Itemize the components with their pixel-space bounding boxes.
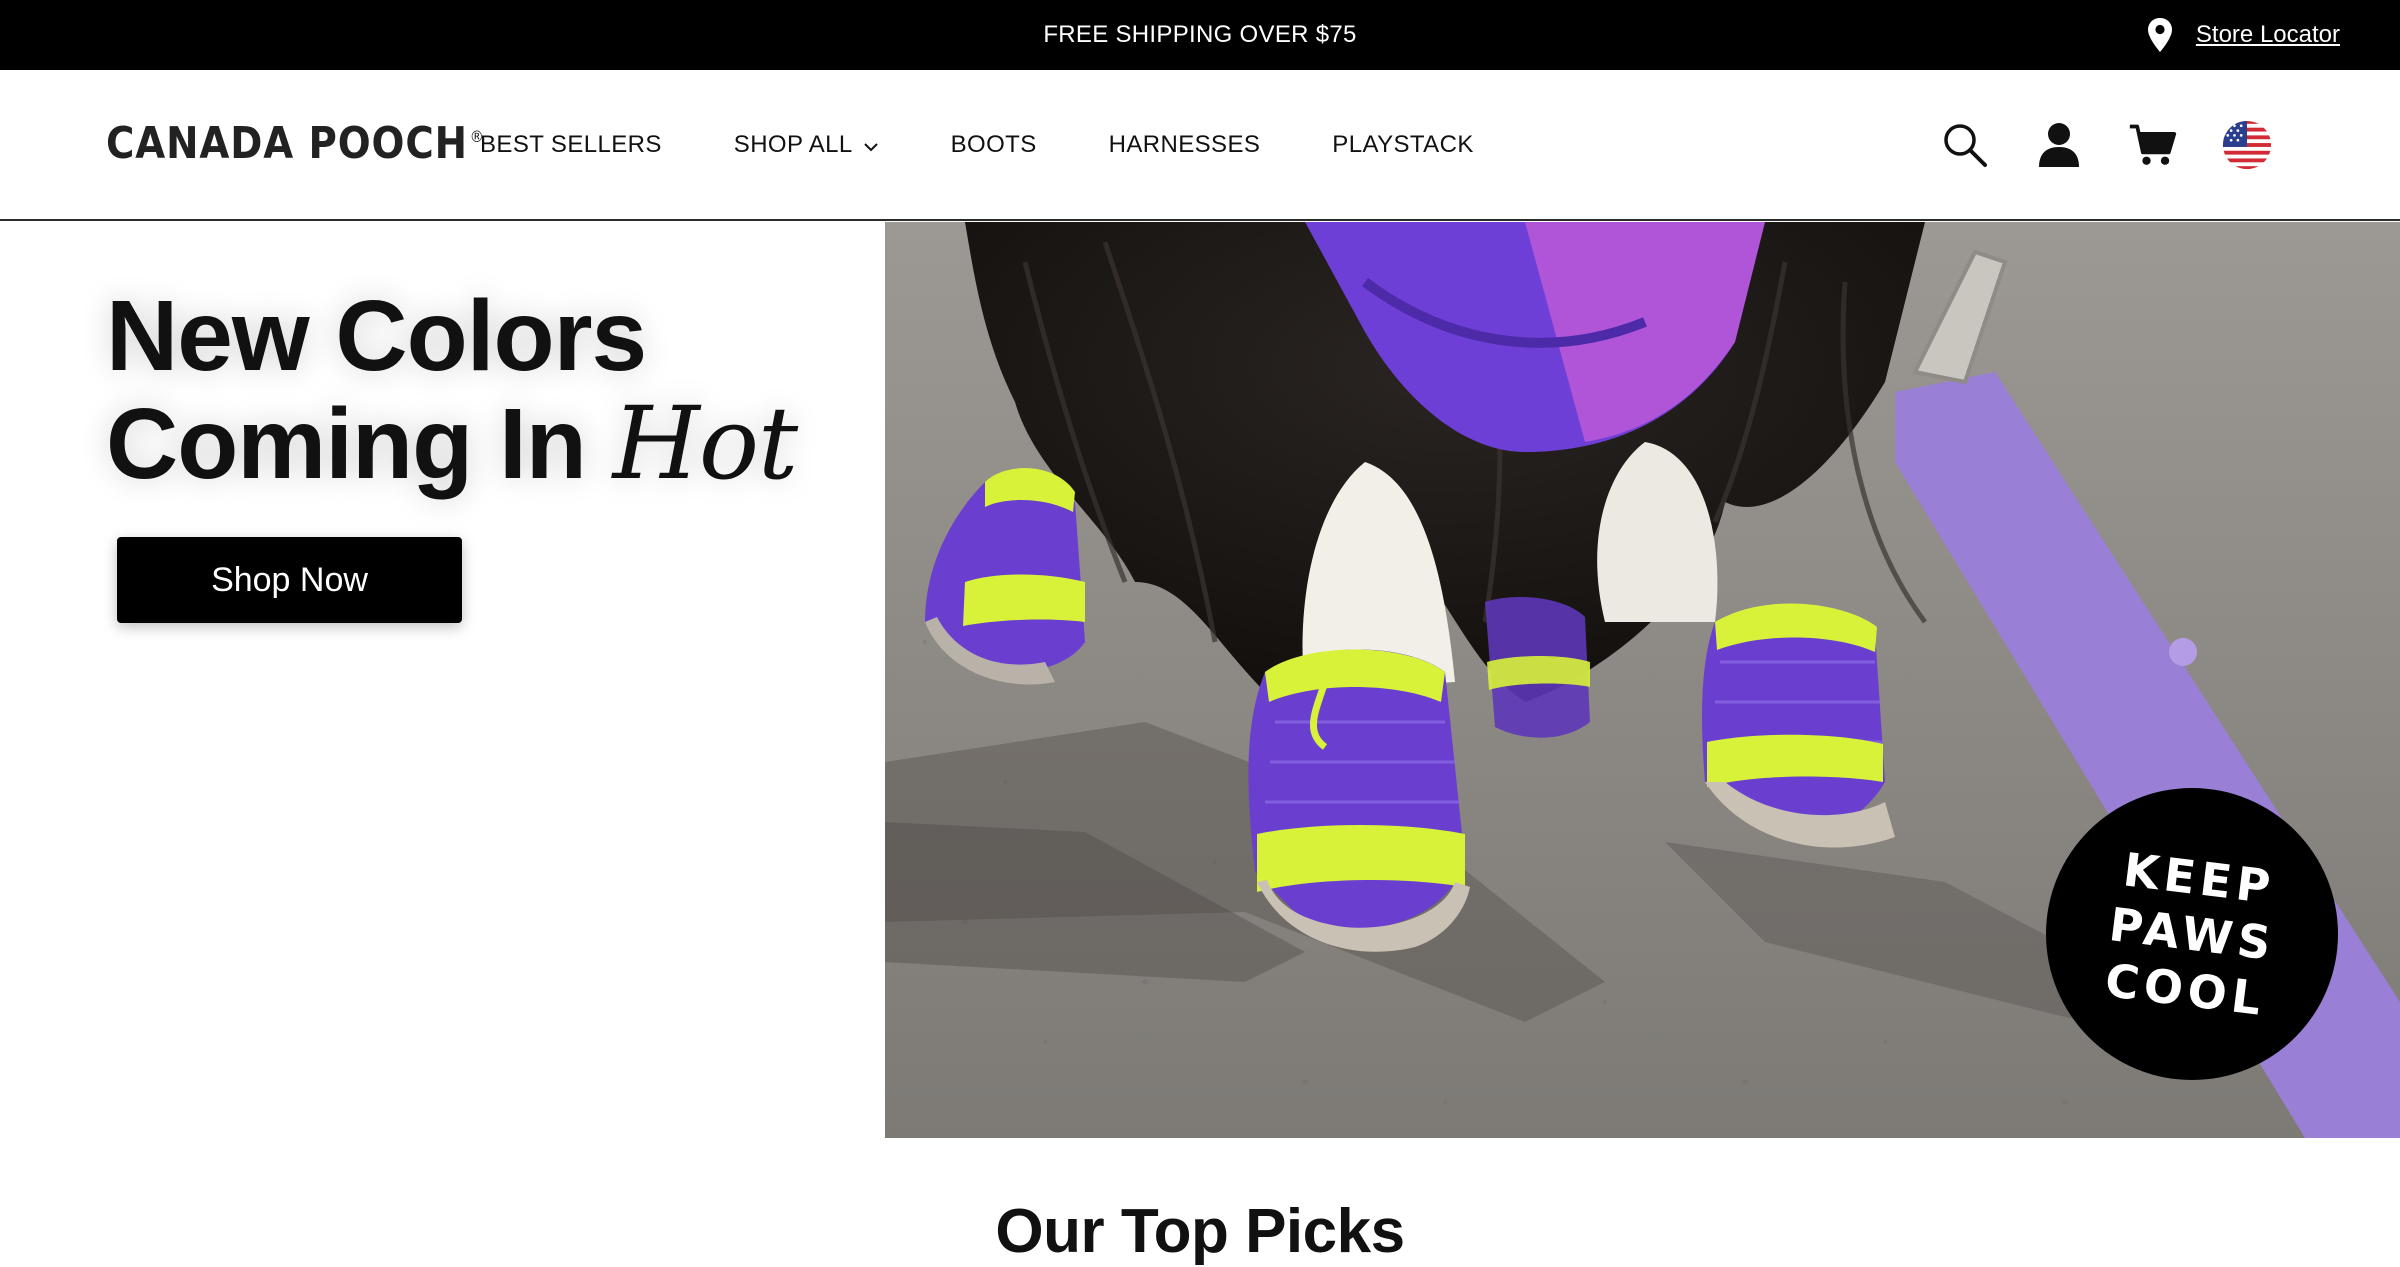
nav-playstack-label[interactable]: PLAYSTACK xyxy=(1332,131,1473,159)
cart-icon[interactable] xyxy=(2128,121,2178,169)
badge-text: KEEP PAWS COOL xyxy=(2099,840,2285,1027)
top-picks-heading: Our Top Picks xyxy=(995,1197,1405,1266)
main-nav: BEST SELLERS SHOP ALL BOOTS HARNESSES PL… xyxy=(480,70,1546,220)
store-locator-label[interactable]: Store Locator xyxy=(2196,21,2340,49)
headline-line-2-text: Coming In xyxy=(106,388,587,500)
nav-shop-all-label[interactable]: SHOP ALL xyxy=(734,131,853,159)
headline-line-2: Coming In Hot xyxy=(106,388,798,500)
logo-text[interactable]: CANADA POOCH xyxy=(106,118,468,169)
site-header: CANADA POOCH ® BEST SELLERS SHOP ALL BOOT… xyxy=(0,70,2400,221)
headline-italic-word: Hot xyxy=(612,385,799,502)
nav-harnesses-label[interactable]: HARNESSES xyxy=(1109,131,1261,159)
country-selector[interactable] xyxy=(2222,120,2272,170)
header-actions xyxy=(1940,70,2272,220)
shipping-announcement: FREE SHIPPING OVER $75 xyxy=(1043,21,1357,48)
store-locator-link[interactable]: Store Locator xyxy=(2146,0,2340,70)
nav-boots-label[interactable]: BOOTS xyxy=(951,131,1037,159)
chevron-down-icon[interactable] xyxy=(863,142,879,152)
nav-best-sellers-label[interactable]: BEST SELLERS xyxy=(480,131,662,159)
nav-playstack[interactable]: PLAYSTACK xyxy=(1332,131,1473,159)
keep-paws-cool-badge: KEEP PAWS COOL xyxy=(2046,788,2338,1080)
brand-logo[interactable]: CANADA POOCH ® xyxy=(106,118,485,169)
us-flag-icon[interactable] xyxy=(2222,119,2272,171)
account-icon[interactable] xyxy=(2037,121,2081,169)
hero-headline: New Colors Coming In Hot xyxy=(106,280,798,500)
location-pin-icon xyxy=(2147,18,2172,52)
headline-line-1: New Colors xyxy=(106,280,647,392)
search-button[interactable] xyxy=(1940,120,1990,170)
nav-boots[interactable]: BOOTS xyxy=(951,131,1037,159)
nav-best-sellers[interactable]: BEST SELLERS xyxy=(480,131,662,159)
announcement-bar: FREE SHIPPING OVER $75 Store Locator xyxy=(0,0,2400,70)
shop-now-button[interactable]: Shop Now xyxy=(117,537,462,623)
account-button[interactable] xyxy=(2034,120,2084,170)
search-icon[interactable] xyxy=(1941,121,1989,169)
nav-harnesses[interactable]: HARNESSES xyxy=(1109,131,1261,159)
cart-button[interactable] xyxy=(2128,120,2178,170)
nav-shop-all[interactable]: SHOP ALL xyxy=(734,131,879,159)
